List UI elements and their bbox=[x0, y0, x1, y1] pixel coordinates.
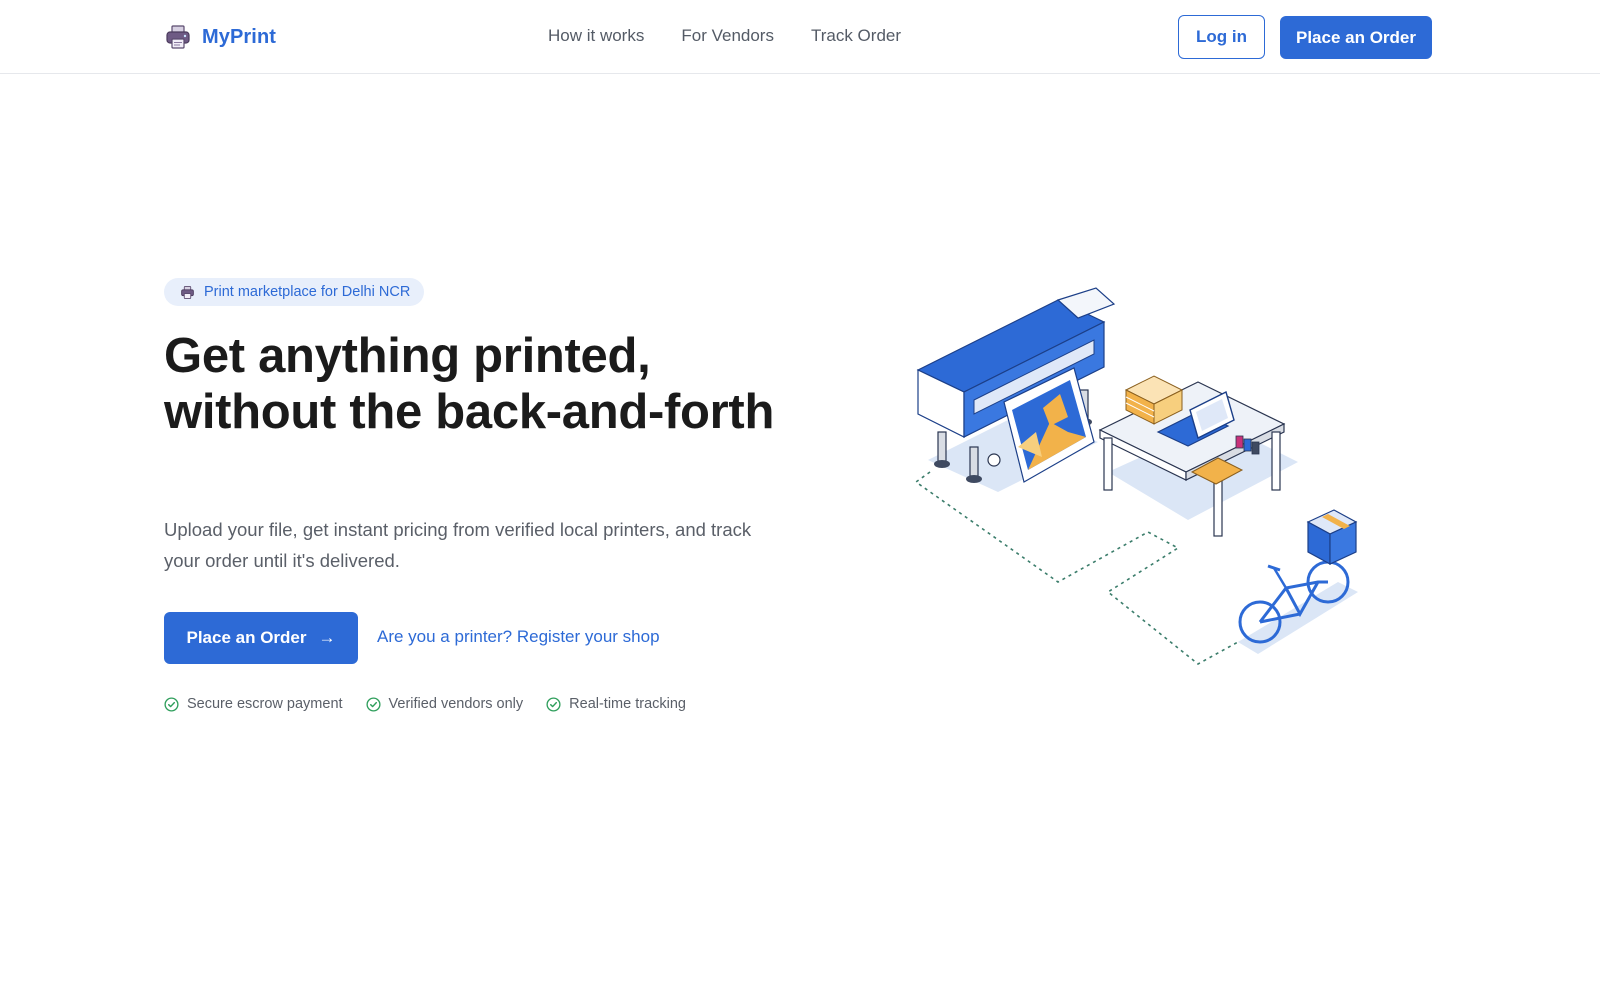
badge-text: Print marketplace for Delhi NCR bbox=[204, 284, 411, 300]
feature-item: Secure escrow payment bbox=[164, 696, 343, 712]
check-circle-icon bbox=[366, 696, 381, 712]
location-badge: Print marketplace for Delhi NCR bbox=[164, 278, 425, 306]
login-button[interactable]: Log in bbox=[1178, 15, 1265, 59]
nav-track-order[interactable]: Track Order bbox=[811, 26, 901, 46]
feature-text: Verified vendors only bbox=[388, 696, 524, 712]
nav-how-it-works[interactable]: How it works bbox=[548, 26, 644, 46]
brand-logo[interactable]: MyPrint bbox=[164, 22, 276, 52]
nav-for-vendors[interactable]: For Vendors bbox=[681, 26, 774, 46]
feature-item: Real-time tracking bbox=[546, 696, 686, 712]
place-order-header-button[interactable]: Place an Order bbox=[1280, 16, 1432, 59]
hero-subtext: Upload your file, get instant pricing fr… bbox=[164, 519, 752, 571]
check-circle-icon bbox=[546, 696, 561, 712]
printer-icon bbox=[181, 285, 194, 299]
brand-name: MyPrint bbox=[202, 25, 277, 48]
print-shop-illustration bbox=[914, 287, 1358, 665]
arrow-right-icon: → bbox=[318, 628, 336, 647]
delivery-box bbox=[1306, 509, 1358, 566]
main-nav: How it works For Vendors Track Order bbox=[548, 26, 901, 46]
place-order-hero-label: Place an Order bbox=[186, 628, 307, 647]
place-order-hero-button[interactable]: Place an Order → bbox=[164, 612, 358, 664]
printer-icon bbox=[166, 25, 190, 49]
hero-headline: Get anything printed, without the back-a… bbox=[164, 329, 775, 439]
top-navigation-bar: MyPrint How it works For Vendors Track O… bbox=[0, 0, 1600, 74]
feature-text: Real-time tracking bbox=[569, 696, 686, 712]
register-shop-link[interactable]: Are you a printer? Register your shop bbox=[377, 627, 660, 647]
check-circle-icon bbox=[164, 696, 179, 712]
feature-item: Verified vendors only bbox=[366, 696, 524, 712]
feature-list: Secure escrow payment Verified vendors o… bbox=[164, 696, 686, 712]
feature-text: Secure escrow payment bbox=[187, 696, 343, 712]
